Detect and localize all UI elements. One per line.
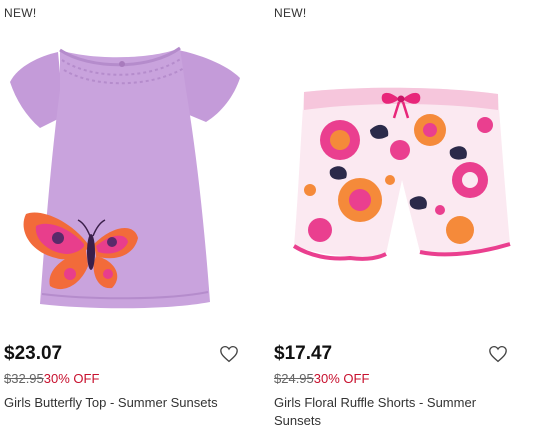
product-name-link[interactable]: Girls Butterfly Top - Summer Sunsets [4,394,254,412]
sale-price: $23.07 [4,343,63,364]
original-price: $24.95 [274,371,314,386]
heart-icon[interactable] [219,345,239,363]
price-details: $32.9530% OFF [4,371,99,386]
discount-label: 30% OFF [313,371,370,386]
discount-label: 30% OFF [43,371,100,386]
heart-icon[interactable] [488,345,508,363]
product-card-butterfly-top[interactable]: NEW! $23.07 $32.9530% OFF Girls Butterfl… [0,0,262,425]
floral-shorts-image [292,87,511,261]
new-badge: NEW! [274,6,307,20]
price-details: $24.9530% OFF [274,371,369,386]
product-image-butterfly-top[interactable] [0,30,262,330]
sale-price: $17.47 [274,343,333,364]
original-price: $32.95 [4,371,44,386]
butterfly-top-image [10,46,240,309]
product-card-floral-shorts[interactable]: NEW! $17.47 $24.9530% OFF Girls Floral R… [270,0,532,428]
new-badge: NEW! [4,6,37,20]
product-image-floral-shorts[interactable] [270,30,532,330]
